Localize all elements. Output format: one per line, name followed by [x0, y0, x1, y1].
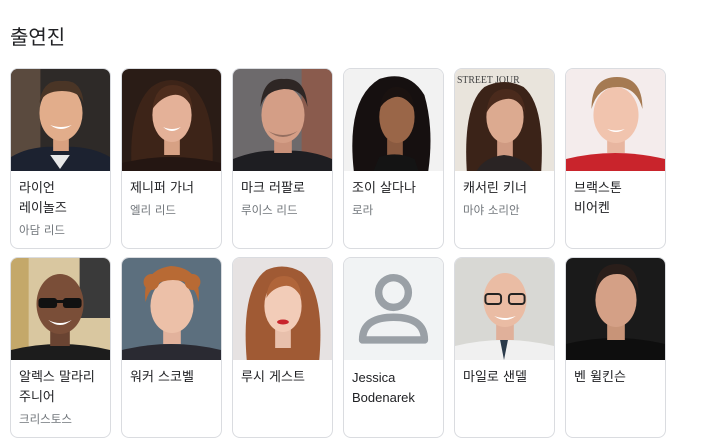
cast-name: 벤 윌킨슨: [574, 370, 626, 385]
cast-card-walker-scobell[interactable]: 워커 스코벨: [121, 257, 222, 438]
cast-card-ben-wilkinson[interactable]: 벤 윌킨슨: [565, 257, 666, 438]
cast-role: 루이스 리드: [241, 203, 298, 217]
cast-photo: [122, 69, 221, 171]
cast-name: 브랙스톤 비어켄: [574, 181, 622, 216]
cast-role: 마야 소리안: [463, 203, 520, 217]
cast-role: 크리스토스: [19, 412, 72, 426]
cast-card-braxton-bjerken[interactable]: 브랙스톤 비어켄: [565, 68, 666, 249]
cast-role: 아담 리드: [19, 223, 65, 237]
cast-role: 로라: [352, 203, 374, 217]
cast-name: 캐서린 키너: [463, 181, 527, 196]
cast-card-lucy-guest[interactable]: 루시 게스트: [232, 257, 333, 438]
cast-photo: [566, 69, 665, 171]
cast-photo: [344, 69, 443, 171]
cast-card-jennifer-garner[interactable]: 제니퍼 가너 엘리 리드: [121, 68, 222, 249]
cast-name: 워커 스코벨: [130, 370, 194, 385]
cast-photo: [455, 258, 554, 360]
person-icon: [358, 273, 429, 344]
cast-photo: [11, 258, 110, 360]
cast-photo: STREET JOUR: [455, 69, 554, 171]
cast-photo: [233, 69, 332, 171]
cast-photo: [122, 258, 221, 360]
cast-card-catherine-keener[interactable]: STREET JOUR 캐서린 키너 마야 소리안: [454, 68, 555, 249]
cast-photo-placeholder: [344, 258, 443, 360]
cast-name: Jessica Bodenarek: [352, 370, 415, 405]
cast-role: 엘리 리드: [130, 203, 176, 217]
cast-photo: [11, 69, 110, 171]
cast-name: 마크 러팔로: [241, 181, 305, 196]
cast-name: 알렉스 말라리 주니어: [19, 370, 95, 405]
cast-photo: [566, 258, 665, 360]
cast-card-zoe-saldana[interactable]: 조이 살다나 로라: [343, 68, 444, 249]
cast-photo: [233, 258, 332, 360]
cast-name: 조이 살다나: [352, 181, 416, 196]
cast-name: 라이언 레이놀즈: [19, 181, 67, 216]
cast-card-jessica-bodenarek[interactable]: Jessica Bodenarek: [343, 257, 444, 438]
cast-card-ryan-reynolds[interactable]: 라이언 레이놀즈 아담 리드: [10, 68, 111, 249]
cast-name: 제니퍼 가너: [130, 181, 194, 196]
section-title: 출연진: [10, 25, 66, 49]
cast-card-mark-ruffalo[interactable]: 마크 러팔로 루이스 리드: [232, 68, 333, 249]
cast-card-milo-sandel[interactable]: 마일로 샌델: [454, 257, 555, 438]
cast-name: 마일로 샌델: [463, 370, 527, 385]
cast-name: 루시 게스트: [241, 370, 305, 385]
cast-card-alex-mallari-jr[interactable]: 알렉스 말라리 주니어 크리스토스: [10, 257, 111, 438]
